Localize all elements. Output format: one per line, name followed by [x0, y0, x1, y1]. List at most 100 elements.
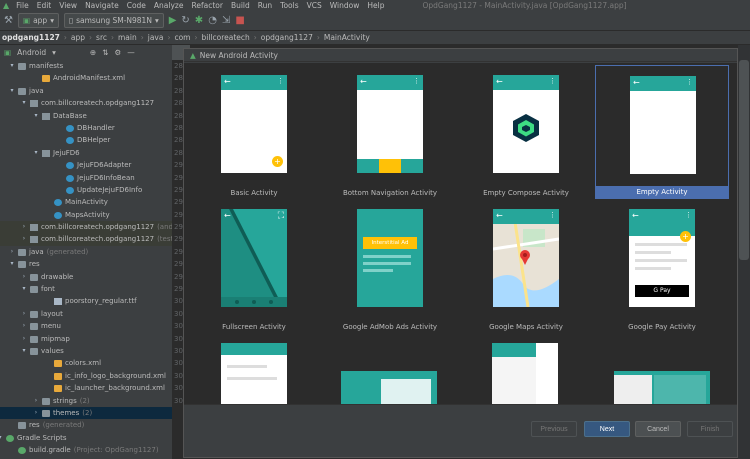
tree-item[interactable]: ▾ res: [0, 258, 172, 270]
tree-item[interactable]: ▾ Gradle Scripts: [0, 432, 172, 444]
tree-item[interactable]: res (generated): [0, 419, 172, 431]
tree-item[interactable]: › themes (2): [0, 406, 172, 420]
chevron-right-icon[interactable]: ›: [20, 320, 28, 332]
attach-debugger-icon[interactable]: ⇲: [222, 15, 230, 26]
chevron-down-icon[interactable]: ▾: [8, 85, 16, 97]
menu-item-tools[interactable]: Tools: [276, 1, 302, 10]
tree-item[interactable]: › layout: [0, 308, 172, 320]
breadcrumb-item[interactable]: app: [71, 33, 85, 42]
tree-item[interactable]: MainActivity: [0, 196, 172, 208]
menu-item-window[interactable]: Window: [326, 1, 364, 10]
tree-item[interactable]: › java (generated): [0, 246, 172, 258]
chevron-down-icon[interactable]: ▾: [52, 48, 56, 57]
template-gallery[interactable]: ← ⋮ + Basic Activity ← ⋮ Bottom Navigation Act…: [184, 63, 737, 404]
device-select[interactable]: ▯ samsung SM-N981N ▾: [63, 13, 164, 28]
debug-icon[interactable]: ✱: [195, 15, 203, 26]
tree-item[interactable]: ▾ JejuFD6: [0, 147, 172, 159]
template-bottomnav[interactable]: ← ⋮ Bottom Navigation Activity: [323, 65, 457, 199]
template-empty[interactable]: ← ⋮ Empty Activity: [595, 65, 729, 199]
tree-item[interactable]: JejuFD6InfoBean: [0, 172, 172, 184]
menu-item-edit[interactable]: Edit: [33, 1, 56, 10]
chevron-right-icon[interactable]: ›: [8, 246, 16, 258]
tree-item[interactable]: ic_info_logo_background.xml: [0, 370, 172, 382]
rerun-icon[interactable]: ↻: [181, 15, 189, 26]
menu-item-analyze[interactable]: Analyze: [150, 1, 188, 10]
breadcrumb-item[interactable]: MainActivity: [324, 33, 370, 42]
tree-item[interactable]: › drawable: [0, 271, 172, 283]
chevron-right-icon[interactable]: ›: [20, 221, 28, 233]
tree-item[interactable]: › mipmap: [0, 333, 172, 345]
next-button[interactable]: Next: [584, 421, 630, 437]
chevron-down-icon[interactable]: ▾: [8, 60, 16, 72]
run-icon[interactable]: ▶: [169, 15, 177, 26]
breadcrumb-item[interactable]: billcoreatech: [201, 33, 249, 42]
tree-item[interactable]: build.gradle (Project: OpdGang1127): [0, 444, 172, 456]
tree-item[interactable]: poorstory_regular.ttf: [0, 295, 172, 307]
breadcrumb-item[interactable]: java: [148, 33, 164, 42]
cancel-button[interactable]: Cancel: [635, 421, 681, 437]
template-pay[interactable]: ← ⋮ + G Pay Google Pay Activity: [595, 199, 729, 333]
tree-item[interactable]: MapsActivity: [0, 209, 172, 221]
tree-item[interactable]: JejuFD6Adapter: [0, 159, 172, 171]
template-basic[interactable]: ← ⋮ + Basic Activity: [187, 65, 321, 199]
hammer-icon[interactable]: ⚒: [4, 15, 13, 26]
menu-item-file[interactable]: File: [12, 1, 33, 10]
template-fullscreen[interactable]: ← ⛶ Fullscreen Activity: [187, 199, 321, 333]
tree-item[interactable]: AndroidManifest.xml: [0, 72, 172, 84]
project-view-label[interactable]: Android: [17, 48, 46, 57]
chevron-right-icon[interactable]: ›: [20, 333, 28, 345]
tree-item[interactable]: ▾ com.billcoreatech.opdgang1127: [0, 97, 172, 109]
tree-item[interactable]: ▾ values: [0, 345, 172, 357]
collapse-icon[interactable]: ⇅: [102, 48, 108, 57]
tree-item[interactable]: DBHelper: [0, 134, 172, 146]
template-maps[interactable]: ← ⋮ Google Maps Activity: [459, 199, 593, 333]
breadcrumb-item[interactable]: opdgang1127: [261, 33, 313, 42]
breadcrumb-item[interactable]: main: [118, 33, 137, 42]
chevron-right-icon[interactable]: ›: [20, 308, 28, 320]
chevron-down-icon[interactable]: ▾: [32, 147, 40, 159]
chevron-down-icon[interactable]: ▾: [20, 97, 28, 109]
gear-icon[interactable]: ⚙: [114, 48, 121, 57]
tree-item[interactable]: ic_launcher_background.xml: [0, 382, 172, 394]
tree-item[interactable]: UpdateJejuFD6Info: [0, 184, 172, 196]
menu-item-help[interactable]: Help: [363, 1, 388, 10]
tree-item[interactable]: ▾ java: [0, 85, 172, 97]
chevron-right-icon[interactable]: ›: [20, 271, 28, 283]
scrollbar-thumb[interactable]: [739, 60, 749, 260]
minimize-icon[interactable]: —: [127, 48, 135, 57]
tree-item[interactable]: › menu: [0, 320, 172, 332]
tree-item[interactable]: › com.billcoreatech.opdgang1127(androidTe…: [0, 221, 172, 234]
menu-item-vcs[interactable]: VCS: [303, 1, 326, 10]
run-config-select[interactable]: ▣ app ▾: [17, 13, 59, 28]
tree-item[interactable]: › com.billcoreatech.opdgang1127(test): [0, 233, 172, 246]
template-compose[interactable]: ← ⋮ Empty Compose Activity: [459, 65, 593, 199]
previous-button[interactable]: Previous: [531, 421, 577, 437]
breadcrumb-item[interactable]: src: [96, 33, 107, 42]
chevron-down-icon[interactable]: ▾: [32, 110, 40, 122]
tree-item[interactable]: ▾ font: [0, 283, 172, 295]
profile-icon[interactable]: ◔: [208, 15, 217, 26]
tree-item[interactable]: › strings (2): [0, 395, 172, 407]
tree-item[interactable]: colors.xml: [0, 357, 172, 369]
chevron-down-icon[interactable]: ▾: [8, 258, 16, 270]
chevron-down-icon[interactable]: ▾: [20, 345, 28, 357]
menu-item-navigate[interactable]: Navigate: [81, 1, 123, 10]
chevron-right-icon[interactable]: ›: [32, 407, 40, 419]
chevron-right-icon[interactable]: ›: [32, 395, 40, 407]
menu-item-run[interactable]: Run: [254, 1, 276, 10]
breadcrumb-item[interactable]: com: [174, 33, 190, 42]
template-admob[interactable]: Interstitial Ad Google AdMob Ads Activity: [323, 199, 457, 333]
locate-icon[interactable]: ⊕: [90, 48, 96, 57]
menu-item-code[interactable]: Code: [123, 1, 150, 10]
tree-item[interactable]: ▾ DataBase: [0, 110, 172, 122]
chevron-down-icon[interactable]: ▾: [20, 283, 28, 295]
breadcrumb-item[interactable]: opdgang1127: [2, 33, 60, 42]
stop-icon[interactable]: ■: [235, 15, 244, 26]
chevron-down-icon[interactable]: ▾: [0, 432, 4, 444]
menu-item-build[interactable]: Build: [227, 1, 254, 10]
tree-item[interactable]: ▾ manifests: [0, 60, 172, 72]
finish-button[interactable]: Finish: [687, 421, 733, 437]
tree-item[interactable]: DBHandler: [0, 122, 172, 134]
menu-item-refactor[interactable]: Refactor: [187, 1, 226, 10]
menu-item-view[interactable]: View: [55, 1, 81, 10]
